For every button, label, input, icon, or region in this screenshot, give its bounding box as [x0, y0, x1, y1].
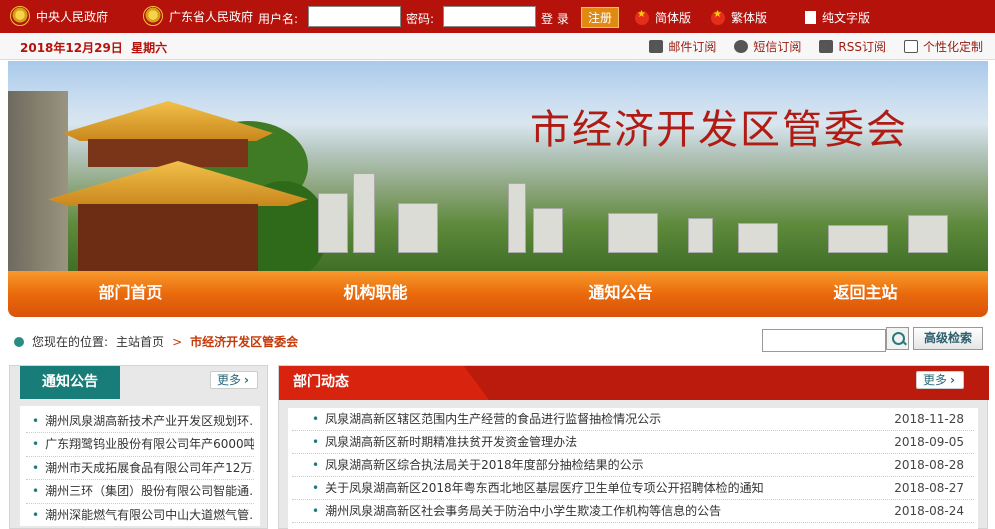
customize-label: 个性化定制	[922, 40, 983, 54]
nav-notices[interactable]: 通知公告	[498, 271, 743, 317]
national-emblem-icon	[10, 6, 30, 26]
news-title[interactable]: 凤泉湖高新区新时期精准扶贫开发资金管理办法	[292, 431, 577, 453]
central-gov-link[interactable]: 中央人民政府	[10, 6, 108, 26]
list-item[interactable]: 凤泉湖高新区综合执法局关于2018年度部分抽检结果的公示 2018-08-28	[292, 454, 974, 477]
location-dot-icon	[14, 336, 24, 347]
email-subscribe-link[interactable]: 邮件订阅	[649, 38, 716, 55]
email-subscribe-label: 邮件订阅	[668, 40, 717, 54]
sms-icon	[734, 40, 749, 53]
weekday-text: 星期六	[131, 41, 168, 55]
nav-back-main[interactable]: 返回主站	[743, 271, 988, 317]
simplified-label: 简体版	[655, 11, 692, 25]
username-input[interactable]	[308, 6, 401, 27]
password-label: 密码:	[406, 12, 435, 26]
subscription-links: 邮件订阅 短信订阅 RSS订阅 个性化定制	[649, 38, 983, 55]
list-item[interactable]: 潮州三环（集团）股份有限公司智能通…	[26, 480, 254, 504]
customize-icon	[903, 40, 918, 53]
list-item[interactable]: 凤泉湖高新区辖区范围内生产经营的食品进行监督抽检情况公示 2018-11-28	[292, 408, 974, 431]
nav-functions[interactable]: 机构职能	[253, 271, 498, 317]
provincial-gov-label: 广东省人民政府	[169, 9, 254, 24]
notice-list: 潮州凤泉湖高新技术产业开发区规划环… 广东翔鹭钨业股份有限公司年产6000吨… …	[20, 406, 260, 526]
username-label: 用户名:	[258, 12, 299, 26]
pavilion-image	[78, 204, 258, 271]
list-item[interactable]: 潮州凤泉湖高新区社会事务局关于防治中小学生欺凌工作机构等信息的公告 2018-08…	[292, 500, 974, 523]
traditional-version-link[interactable]: 繁体版	[711, 9, 767, 26]
main-nav: 部门首页 机构职能 通知公告 返回主站	[8, 271, 988, 317]
news-date: 2018-08-24	[894, 504, 964, 518]
search-icon[interactable]	[886, 327, 909, 350]
list-item[interactable]: 潮州凤泉湖高新技术产业开发区规划环…	[26, 410, 254, 434]
breadcrumb-label: 您现在的位置:	[32, 335, 109, 349]
list-item[interactable]: 潮州深能燃气有限公司中山大道燃气管…	[26, 504, 254, 526]
list-item[interactable]: 关于凤泉湖高新区2018年粤东西北地区基层医疗卫生单位专项公开招聘体检的通知 20…	[292, 477, 974, 500]
news-title[interactable]: 关于凤泉湖高新区2018年粤东西北地区基层医疗卫生单位专项公开招聘体检的通知	[292, 477, 764, 499]
rss-subscribe-label: RSS订阅	[838, 40, 886, 54]
news-date: 2018-08-28	[894, 458, 964, 472]
pavilion-image	[88, 139, 248, 167]
breadcrumb-home[interactable]: 主站首页	[116, 333, 164, 350]
date-bar: 2018年12月29日 星期六 邮件订阅 短信订阅 RSS订阅 个性化定制	[0, 33, 995, 60]
date-text: 2018年12月29日	[20, 41, 123, 55]
central-gov-label: 中央人民政府	[36, 9, 109, 24]
dept-news-title: 部门动态	[279, 366, 489, 400]
rss-subscribe-link[interactable]: RSS订阅	[819, 38, 886, 55]
document-icon	[805, 11, 816, 24]
text-only-link[interactable]: 纯文字版	[805, 9, 870, 26]
simplified-version-link[interactable]: 简体版	[635, 9, 691, 26]
list-item[interactable]: 潮州市天成拓展食品有限公司年产12万…	[26, 457, 254, 481]
current-date: 2018年12月29日 星期六	[20, 39, 167, 56]
breadcrumb: 您现在的位置: 主站首页 > 市经济开发区管委会	[14, 333, 298, 350]
breadcrumb-separator: >	[172, 334, 183, 349]
dept-news-header: 部门动态 更多	[279, 366, 989, 400]
notice-panel-title: 通知公告	[20, 366, 120, 399]
banner-title: 市经济开发区管委会	[530, 107, 908, 153]
dept-more-button[interactable]: 更多	[916, 371, 964, 389]
dept-news-list: 凤泉湖高新区辖区范围内生产经营的食品进行监督抽检情况公示 2018-11-28 凤…	[288, 408, 978, 529]
customize-link[interactable]: 个性化定制	[903, 38, 983, 55]
textonly-label: 纯文字版	[822, 11, 871, 25]
news-date: 2018-09-05	[894, 435, 964, 449]
sms-subscribe-label: 短信订阅	[753, 40, 802, 54]
register-button[interactable]: 注册	[581, 7, 620, 28]
banner-rock-image	[8, 91, 68, 271]
hk-flag-icon	[711, 9, 725, 25]
advanced-search-button[interactable]: 高级检索	[913, 327, 983, 350]
news-date: 2018-08-27	[894, 481, 964, 495]
breadcrumb-current: 市经济开发区管委会	[190, 335, 299, 349]
notice-panel: 通知公告 更多 潮州凤泉湖高新技术产业开发区规划环… 广东翔鹭钨业股份有限公司年…	[9, 365, 268, 529]
news-date: 2018-11-28	[894, 412, 964, 426]
provincial-emblem-icon	[143, 6, 163, 26]
city-skyline-image	[308, 158, 988, 253]
news-title[interactable]: 凤泉湖高新区综合执法局关于2018年度部分抽检结果的公示	[292, 454, 644, 476]
china-flag-icon	[635, 9, 649, 25]
provincial-gov-link[interactable]: 广东省人民政府	[143, 6, 253, 26]
rss-icon	[819, 40, 834, 53]
search-input[interactable]	[762, 329, 886, 352]
news-title[interactable]: 潮州凤泉湖高新区社会事务局关于防治中小学生欺凌工作机构等信息的公告	[292, 500, 721, 522]
password-input[interactable]	[443, 6, 536, 27]
news-title[interactable]: 凤泉湖高新区辖区范围内生产经营的食品进行监督抽检情况公示	[292, 408, 661, 430]
nav-dept-home[interactable]: 部门首页	[8, 271, 253, 317]
login-button[interactable]: 登 录	[541, 10, 569, 27]
notice-more-button[interactable]: 更多	[210, 371, 258, 389]
traditional-label: 繁体版	[731, 11, 768, 25]
dept-news-panel: 部门动态 更多 凤泉湖高新区辖区范围内生产经营的食品进行监督抽检情况公示 2018…	[278, 365, 989, 529]
top-bar: 中央人民政府 广东省人民政府 用户名: 密码: 登 录 注册 简体版 繁体版 纯…	[0, 0, 995, 33]
notice-panel-header: 通知公告 更多	[10, 366, 267, 400]
list-item[interactable]: 凤泉湖高新区新时期精准扶贫开发资金管理办法 2018-09-05	[292, 431, 974, 454]
mail-icon	[649, 40, 664, 53]
list-item[interactable]: 广东翔鹭钨业股份有限公司年产6000吨…	[26, 433, 254, 457]
header-banner: 市经济开发区管委会	[8, 61, 988, 271]
sms-subscribe-link[interactable]: 短信订阅	[734, 38, 801, 55]
